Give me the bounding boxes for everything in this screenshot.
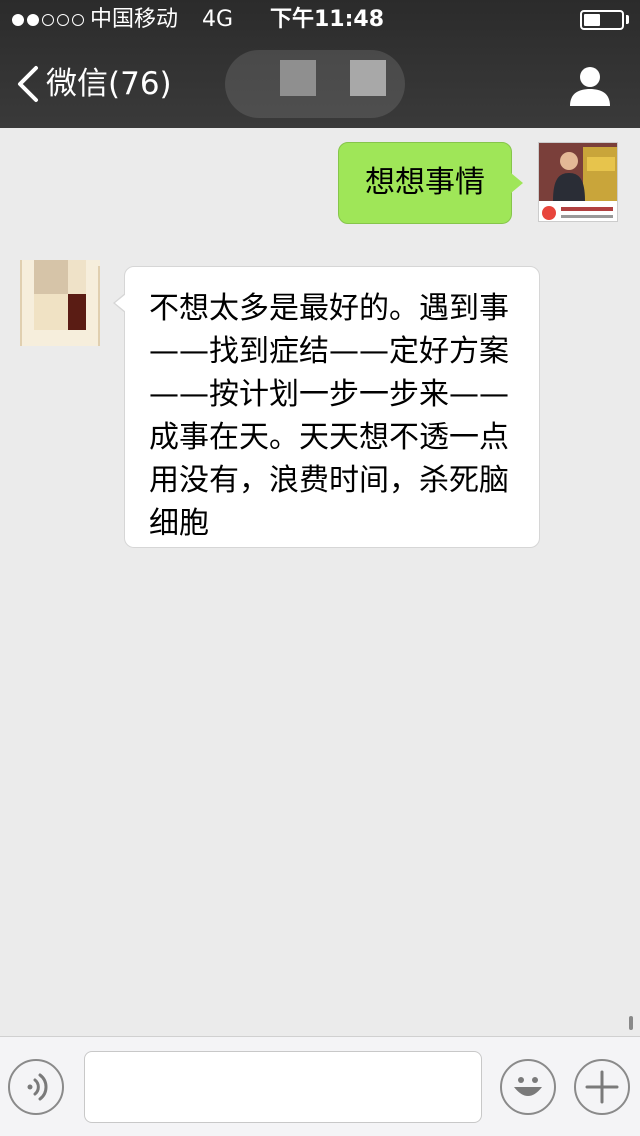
outgoing-message-bubble[interactable]: 想想事情 [338,142,523,224]
status-time: 下午11:48 [270,7,385,32]
signal-dot [57,14,69,26]
signal-dot [27,14,39,26]
contact-avatar[interactable] [20,260,100,346]
signal-dot [42,14,54,26]
signal-dot [72,14,84,26]
message-text: 想想事情 [365,165,485,200]
network-type: 4G [202,7,234,32]
message-text: 不想太多是最好的。遇到事——找到症结——定好方案——按计划一步一步来——成事在天… [149,291,509,541]
redaction-block [350,60,386,96]
chat-title-redacted [225,50,405,118]
chat-screen: 中国移动 4G 下午11:48 微信(76) 想想事情 不想太多是最好的。遇到事… [0,0,640,1136]
avatar-image [539,143,617,221]
input-bar [0,1036,640,1136]
chevron-left-icon [18,66,38,102]
nav-bar: 微信(76) [0,40,640,128]
signal-dot [12,14,24,26]
carrier-name: 中国移动 [90,7,179,32]
status-bar: 中国移动 4G 下午11:48 [0,0,640,40]
battery-level [584,14,600,26]
avatar-image [20,260,100,346]
my-avatar[interactable] [538,142,618,222]
battery-icon [580,10,624,30]
more-options-button[interactable] [574,1059,630,1115]
signal-strength-indicator [12,14,84,26]
voice-button[interactable] [8,1059,64,1115]
incoming-message-bubble[interactable]: 不想太多是最好的。遇到事——找到症结——定好方案——按计划一步一步来——成事在天… [113,266,540,548]
voice-icon [27,1073,48,1101]
person-icon [570,67,610,106]
scrollbar[interactable] [629,1016,633,1030]
emoji-button[interactable] [500,1059,556,1115]
message-input[interactable] [84,1051,482,1123]
battery-tip [626,15,629,24]
chat-profile-button[interactable] [566,62,614,110]
smiley-icon [514,1077,542,1096]
header: 中国移动 4G 下午11:48 微信(76) [0,0,640,128]
message-list[interactable]: 想想事情 不想太多是最好的。遇到事——找到症结——定好方案——按计划一步一步来—… [0,128,640,1036]
plus-icon [585,1070,619,1104]
back-label: 微信(76) [46,66,172,102]
back-button[interactable]: 微信(76) [14,60,172,108]
redaction-block [280,60,316,96]
